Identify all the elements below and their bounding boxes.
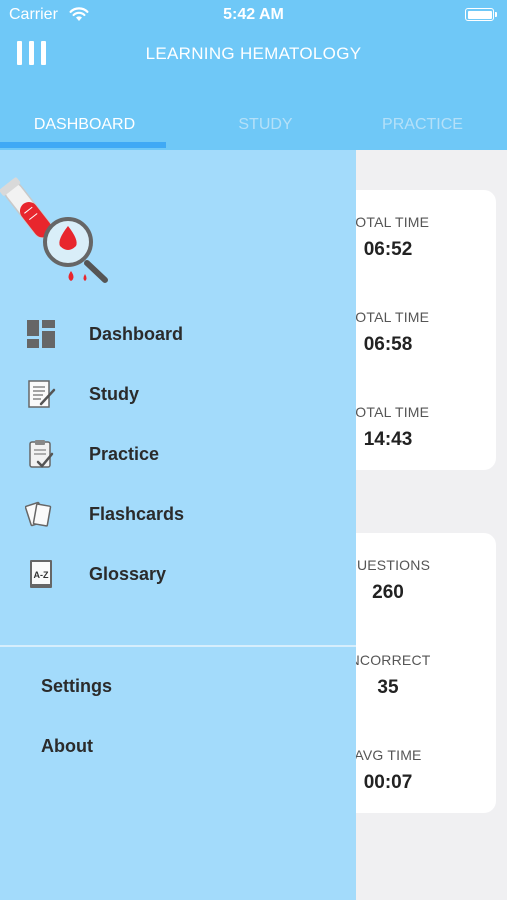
drawer-item-about[interactable]: About bbox=[41, 736, 93, 757]
drawer-item-label: Flashcards bbox=[89, 504, 185, 524]
status-time: 5:42 AM bbox=[223, 6, 284, 23]
tab-practice[interactable]: PRACTICE bbox=[338, 112, 507, 150]
drawer-item-label: Practice bbox=[89, 444, 160, 464]
tab-study[interactable]: STUDY bbox=[181, 112, 350, 150]
practice-icon bbox=[29, 440, 54, 468]
battery-icon bbox=[465, 8, 497, 21]
page-title: LEARNING HEMATOLOGY bbox=[145, 44, 362, 63]
study-icon bbox=[28, 380, 56, 408]
drawer-item-practice[interactable]: Practice bbox=[0, 430, 356, 480]
nav-drawer: Dashboard Study Practice Flashcards A-Z … bbox=[0, 150, 356, 900]
dashboard-icon bbox=[27, 320, 55, 348]
drawer-item-settings[interactable]: Settings bbox=[41, 676, 112, 697]
drawer-item-label: Study bbox=[89, 384, 140, 404]
drawer-scrim[interactable] bbox=[355, 150, 507, 900]
drawer-item-label: Dashboard bbox=[89, 324, 184, 344]
drawer-item-glossary[interactable]: A-Z Glossary bbox=[0, 550, 356, 600]
drawer-item-dashboard[interactable]: Dashboard bbox=[0, 310, 356, 360]
drawer-item-label: Glossary bbox=[89, 564, 167, 584]
svg-text:A-Z: A-Z bbox=[34, 570, 49, 580]
glossary-icon: A-Z bbox=[30, 560, 52, 588]
drawer-item-study[interactable]: Study bbox=[0, 370, 356, 420]
app-header: Carrier 5:42 AM LEARNING HEMATOLOGY DASH… bbox=[0, 0, 507, 150]
drawer-divider bbox=[0, 645, 356, 647]
blood-test-logo-icon bbox=[0, 177, 108, 283]
status-bar: Carrier 5:42 AM bbox=[0, 0, 507, 30]
drawer-item-flashcards[interactable]: Flashcards bbox=[0, 490, 356, 540]
tab-indicator bbox=[0, 142, 166, 148]
flashcards-icon bbox=[25, 501, 52, 527]
